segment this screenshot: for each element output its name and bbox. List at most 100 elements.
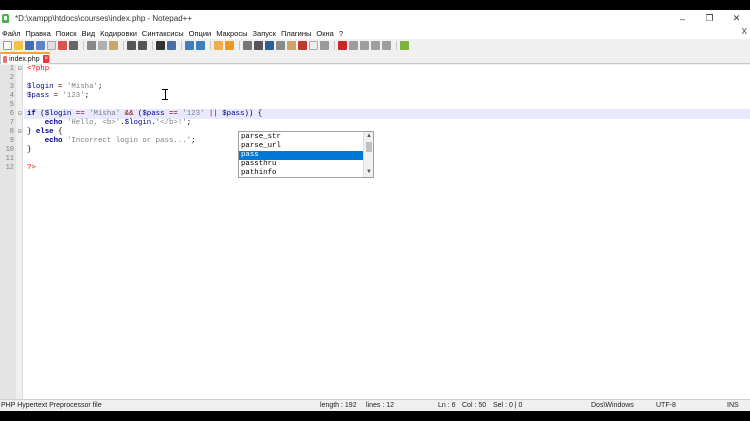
code-token: ; [97, 83, 103, 91]
tab-label: index.php [9, 55, 40, 63]
toolbar-separator [210, 40, 211, 50]
word-wrap-icon[interactable] [243, 40, 252, 50]
run-macro-multiple-icon[interactable] [371, 40, 380, 50]
menu-plugins[interactable]: Плагины [279, 29, 314, 38]
save-icon[interactable] [25, 40, 34, 50]
zoom-out-icon[interactable] [196, 40, 205, 50]
monitoring-icon[interactable] [309, 40, 318, 50]
code-token: echo [44, 119, 63, 127]
window-title: *D:\xampp\htdocs\courses\index.php - Not… [15, 14, 192, 23]
folder-as-workspace-icon[interactable] [298, 40, 307, 50]
code-token: = [49, 92, 63, 100]
code-token: { [53, 128, 63, 136]
text-cursor-icon [162, 89, 168, 100]
unsaved-file-icon [3, 55, 8, 63]
line-number: 5 [9, 101, 14, 109]
autocomplete-item[interactable]: pathinfo [239, 169, 364, 178]
toolbar-separator [83, 40, 84, 50]
undo-icon[interactable] [127, 40, 136, 50]
fold-open-icon[interactable]: ⊟ [18, 128, 22, 136]
code-token: else [35, 128, 54, 136]
line-number: 10 [5, 146, 14, 154]
menu-run[interactable]: Запуск [251, 29, 279, 38]
code-token: echo [44, 137, 63, 145]
close-all-icon[interactable] [58, 40, 67, 50]
fold-open-icon[interactable]: ⊟ [18, 65, 22, 73]
menu-macro[interactable]: Макросы [214, 29, 250, 38]
new-file-icon[interactable] [3, 40, 12, 50]
code-line-3: $login = 'Misha'; [27, 83, 102, 92]
menu-language[interactable]: Синтаксисы [140, 29, 187, 38]
menu-help[interactable]: ? [337, 29, 346, 38]
scroll-down-icon[interactable]: ▼ [364, 168, 374, 177]
plugin-icon[interactable] [400, 40, 409, 50]
scrollbar-thumb[interactable] [366, 142, 372, 152]
toolbar [0, 39, 750, 51]
code-token: ( [35, 110, 45, 118]
autocomplete-item-selected[interactable]: pass [239, 151, 364, 160]
autocomplete-scrollbar[interactable]: ▲ ▼ [363, 132, 373, 177]
open-file-icon[interactable] [14, 40, 23, 50]
menu-search[interactable]: Поиск [54, 29, 80, 38]
code-token: $pass [27, 92, 50, 100]
close-file-icon[interactable] [47, 40, 56, 50]
document-map-icon[interactable] [276, 40, 285, 50]
code-token: ; [186, 119, 192, 127]
save-all-icon[interactable] [36, 40, 45, 50]
menu-encoding[interactable]: Кодировки [98, 29, 140, 38]
tab-bar: index.php × [0, 52, 750, 64]
restore-button[interactable]: ❐ [696, 10, 723, 27]
tab-close-icon[interactable]: × [43, 55, 49, 63]
toolbar-separator [334, 40, 335, 50]
stop-recording-icon[interactable] [349, 40, 358, 50]
indent-guide-icon[interactable] [265, 40, 274, 50]
autocomplete-item[interactable]: parse_str [239, 133, 364, 142]
replace-icon[interactable] [167, 40, 176, 50]
function-list-icon[interactable] [287, 40, 296, 50]
code-line-10: } [27, 146, 32, 154]
spell-check-icon[interactable] [320, 40, 329, 50]
line-number: 12 [5, 164, 14, 172]
redo-icon[interactable] [138, 40, 147, 50]
menu-view[interactable]: Вид [80, 29, 99, 38]
menu-edit[interactable]: Правка [23, 29, 53, 38]
code-token: ; [84, 92, 90, 100]
zoom-in-icon[interactable] [185, 40, 194, 50]
notepad-plus-plus-window: *D:\xampp\htdocs\courses\index.php - Not… [0, 10, 750, 411]
line-number: 2 [9, 74, 14, 82]
minimize-button[interactable]: – [669, 10, 696, 27]
notepad-plus-plus-icon [1, 13, 11, 24]
close-document-button[interactable]: X [742, 27, 747, 36]
toolbar-separator [181, 40, 182, 50]
code-token: ; [191, 137, 196, 145]
paste-icon[interactable] [109, 40, 118, 50]
playback-macro-icon[interactable] [360, 40, 369, 50]
autocomplete-item[interactable]: passthru [239, 160, 364, 169]
menu-file[interactable]: Файл [0, 29, 23, 38]
autocomplete-item[interactable]: parse_url [239, 142, 364, 151]
toolbar-separator [396, 40, 397, 50]
code-editor[interactable]: 1 2 3 4 5 6 7 8 9 10 11 12 ⊟ ⊟ ⊟ <?php $… [0, 65, 750, 399]
close-button[interactable]: ✕ [723, 10, 750, 27]
tab-index-php[interactable]: index.php × [0, 52, 50, 64]
save-macro-icon[interactable] [382, 40, 391, 50]
print-icon[interactable] [69, 40, 78, 50]
code-token: $login [44, 110, 72, 118]
autocomplete-popup: parse_str parse_url pass passthru pathin… [238, 131, 374, 178]
menu-settings[interactable]: Опции [187, 29, 215, 38]
code-token: )) { [244, 110, 263, 118]
copy-icon[interactable] [98, 40, 107, 50]
menu-window[interactable]: Окна [314, 29, 336, 38]
scroll-up-icon[interactable]: ▲ [364, 132, 374, 141]
show-all-characters-icon[interactable] [254, 40, 263, 50]
sync-vertical-icon[interactable] [214, 40, 223, 50]
code-token: '123' [182, 110, 205, 118]
cut-icon[interactable] [87, 40, 96, 50]
code-token: $login [124, 119, 152, 127]
code-line-1: <?php [27, 65, 50, 73]
sync-horizontal-icon[interactable] [225, 40, 234, 50]
fold-open-icon[interactable]: ⊟ [18, 110, 22, 118]
find-icon[interactable] [156, 40, 165, 50]
record-macro-icon[interactable] [338, 40, 347, 50]
